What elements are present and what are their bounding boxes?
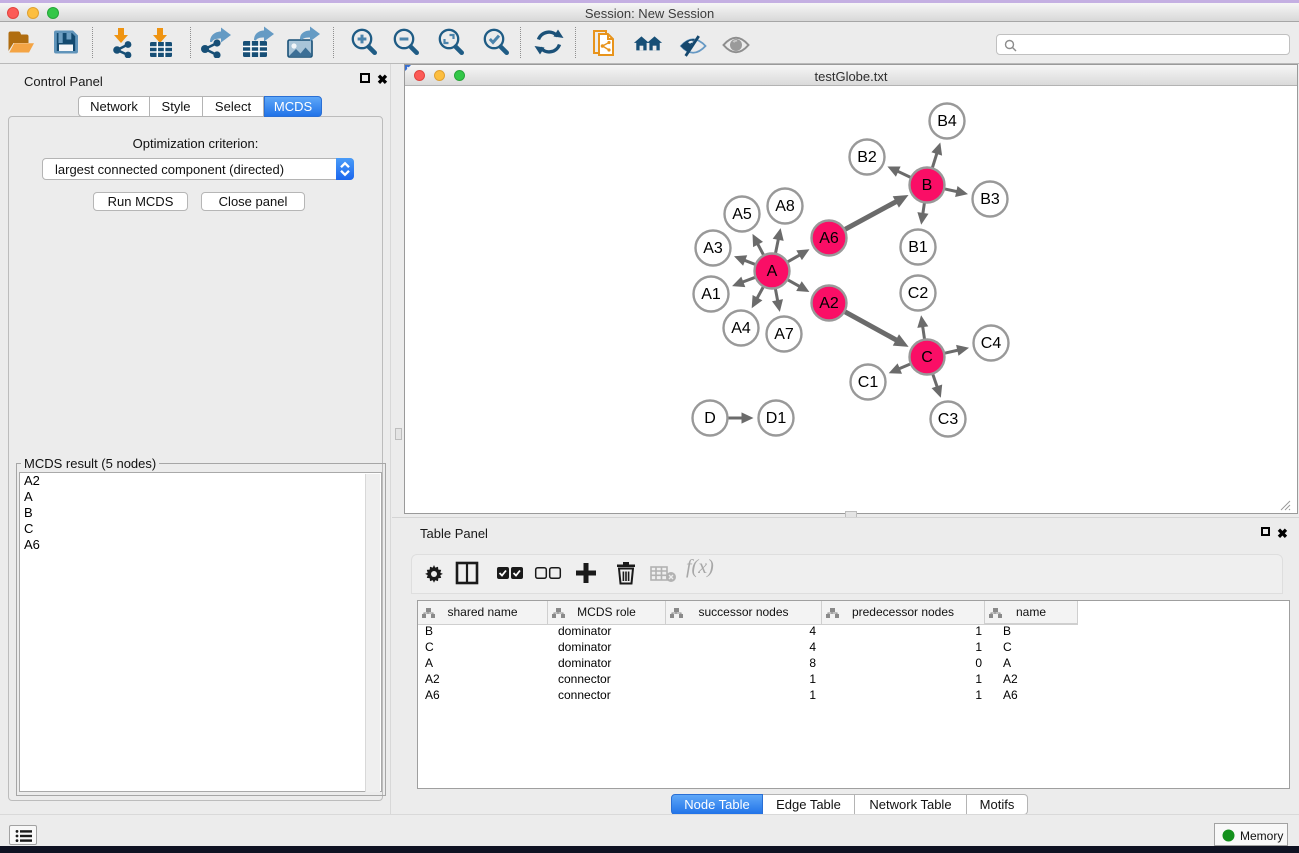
svg-text:B1: B1	[908, 239, 928, 256]
svg-text:B: B	[922, 177, 933, 194]
svg-text:A8: A8	[775, 198, 795, 215]
svg-text:C4: C4	[981, 335, 1002, 352]
svg-text:C3: C3	[938, 411, 959, 428]
svg-text:C: C	[921, 349, 933, 366]
svg-text:A1: A1	[701, 286, 721, 303]
svg-text:A3: A3	[703, 240, 723, 257]
svg-text:B3: B3	[980, 191, 1000, 208]
svg-text:C1: C1	[858, 374, 879, 391]
svg-text:A: A	[767, 263, 778, 280]
svg-text:D1: D1	[766, 410, 787, 427]
svg-text:B4: B4	[937, 113, 957, 130]
svg-text:B2: B2	[857, 149, 877, 166]
svg-text:D: D	[704, 410, 716, 427]
svg-text:A5: A5	[732, 206, 752, 223]
svg-text:A2: A2	[819, 295, 839, 312]
svg-text:A7: A7	[774, 326, 794, 343]
svg-text:A6: A6	[819, 230, 839, 247]
svg-text:C2: C2	[908, 285, 929, 302]
svg-text:A4: A4	[731, 320, 751, 337]
